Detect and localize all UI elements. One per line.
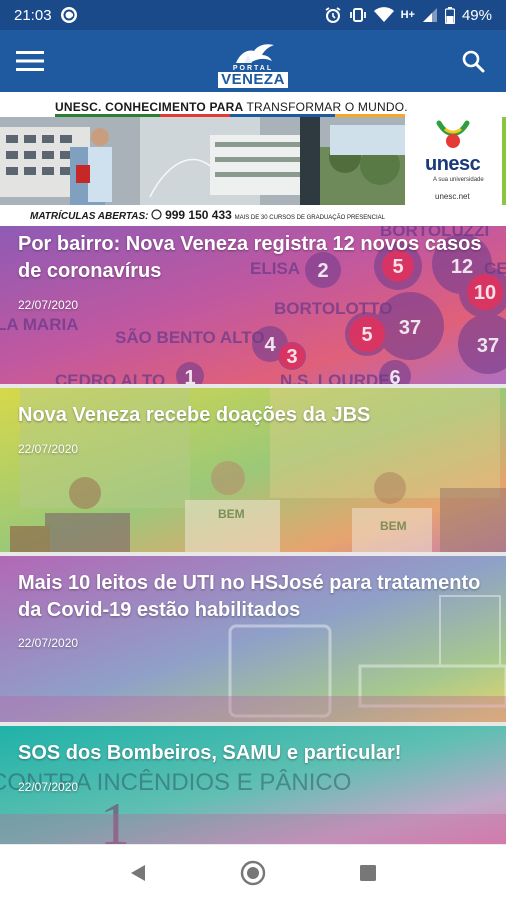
news-date: 22/07/2020: [18, 636, 79, 650]
ad-enrollment: MATRÍCULAS ABERTAS: 999 150 433 MAIS DE …: [30, 208, 385, 223]
whatsapp-icon: [151, 209, 162, 223]
signal-icon: [422, 7, 438, 23]
ad-brand-name: unesc: [425, 153, 481, 175]
place-label: SÃO BENTO ALTO: [115, 327, 265, 347]
home-button[interactable]: [229, 849, 277, 897]
menu-button[interactable]: [0, 30, 60, 92]
shirt-print: BEM: [218, 507, 245, 521]
news-card[interactable]: Mais 10 leitos de UTI no HSJosé para tra…: [0, 556, 506, 722]
shirt-print: BEM: [380, 519, 407, 533]
app-logo[interactable]: PORTAL VENEZA: [218, 34, 288, 88]
recents-square-icon: [359, 864, 377, 882]
status-bar: 21:03 H+ 49%: [0, 0, 506, 30]
case-count: 37: [399, 317, 421, 339]
ad-phone: 999 150 433: [165, 208, 232, 222]
news-card[interactable]: BORTOLUZZI ELISA BORTOLOTTO LA MARIA SÃO…: [0, 226, 506, 384]
place-label: LA MARIA: [0, 315, 78, 334]
ad-brand-block: unesc A sua universidade unesc.net: [405, 117, 506, 205]
notification-icon: [60, 6, 78, 24]
case-count: 10: [474, 282, 496, 304]
news-card[interactable]: BEM BEM Nova Veneza recebe doações da JB…: [0, 388, 506, 552]
back-button[interactable]: [114, 849, 162, 897]
ad-headline: UNESC. CONHECIMENTO PARA TRANSFORMAR O M…: [55, 100, 408, 114]
ad-photo: [0, 117, 405, 205]
vibrate-icon: [349, 6, 367, 24]
news-card[interactable]: CONTRA INCÊNDIOS E PÂNICO 1 SOS dos Bomb…: [0, 726, 506, 844]
case-count: 5: [361, 324, 372, 346]
news-date: 22/07/2020: [18, 298, 79, 312]
news-title: Por bairro: Nova Veneza registra 12 novo…: [18, 233, 482, 282]
search-icon: [461, 49, 485, 73]
ad-banner[interactable]: UNESC. CONHECIMENTO PARA TRANSFORMAR O M…: [0, 92, 506, 226]
place-label: CEDRO ALTO: [55, 371, 165, 384]
case-count: 6: [389, 367, 400, 384]
case-count: 4: [264, 334, 276, 356]
news-date: 22/07/2020: [18, 780, 79, 794]
place-label: N.S. LOURDES: [280, 371, 401, 384]
app-bar: PORTAL VENEZA: [0, 30, 506, 92]
place-label: BORTOLOTTO: [274, 299, 392, 318]
ad-courses: MAIS DE 30 CURSOS DE GRADUAÇÃO PRESENCIA…: [234, 215, 385, 221]
case-count: 37: [477, 335, 499, 357]
unesc-logo-icon: [436, 120, 470, 148]
system-nav-bar: [0, 844, 506, 900]
recents-button[interactable]: [344, 849, 392, 897]
ad-headline-bold: UNESC. CONHECIMENTO PARA: [55, 100, 247, 114]
ad-enrollment-label: MATRÍCULAS ABERTAS:: [30, 211, 149, 222]
lion-emblem-icon: [236, 44, 274, 63]
news-title: Mais 10 leitos de UTI no HSJosé para tra…: [18, 572, 481, 621]
news-title: SOS dos Bombeiros, SAMU e particular!: [18, 742, 402, 764]
hamburger-menu-icon: [16, 50, 44, 72]
wifi-icon: [373, 7, 394, 23]
alarm-icon: [324, 6, 342, 24]
network-type: H+: [400, 9, 415, 21]
news-date: 22/07/2020: [18, 442, 79, 456]
battery-level: 49%: [461, 6, 492, 24]
battery-icon: [444, 6, 455, 24]
ad-brand-site: unesc.net: [435, 192, 470, 201]
news-list: BORTOLUZZI ELISA BORTOLOTTO LA MARIA SÃO…: [0, 226, 506, 844]
search-button[interactable]: [450, 30, 496, 92]
back-triangle-icon: [129, 863, 147, 883]
status-time: 21:03: [14, 6, 52, 24]
case-count: 3: [286, 346, 297, 368]
news-title: Nova Veneza recebe doações da JBS: [18, 404, 371, 426]
logo-main-text: VENEZA: [218, 72, 288, 88]
home-circle-icon: [240, 860, 266, 886]
ad-brand-tagline: A sua universidade: [433, 177, 484, 183]
ad-headline-light: TRANSFORMAR O MUNDO.: [246, 100, 408, 114]
case-count: 1: [184, 367, 195, 384]
